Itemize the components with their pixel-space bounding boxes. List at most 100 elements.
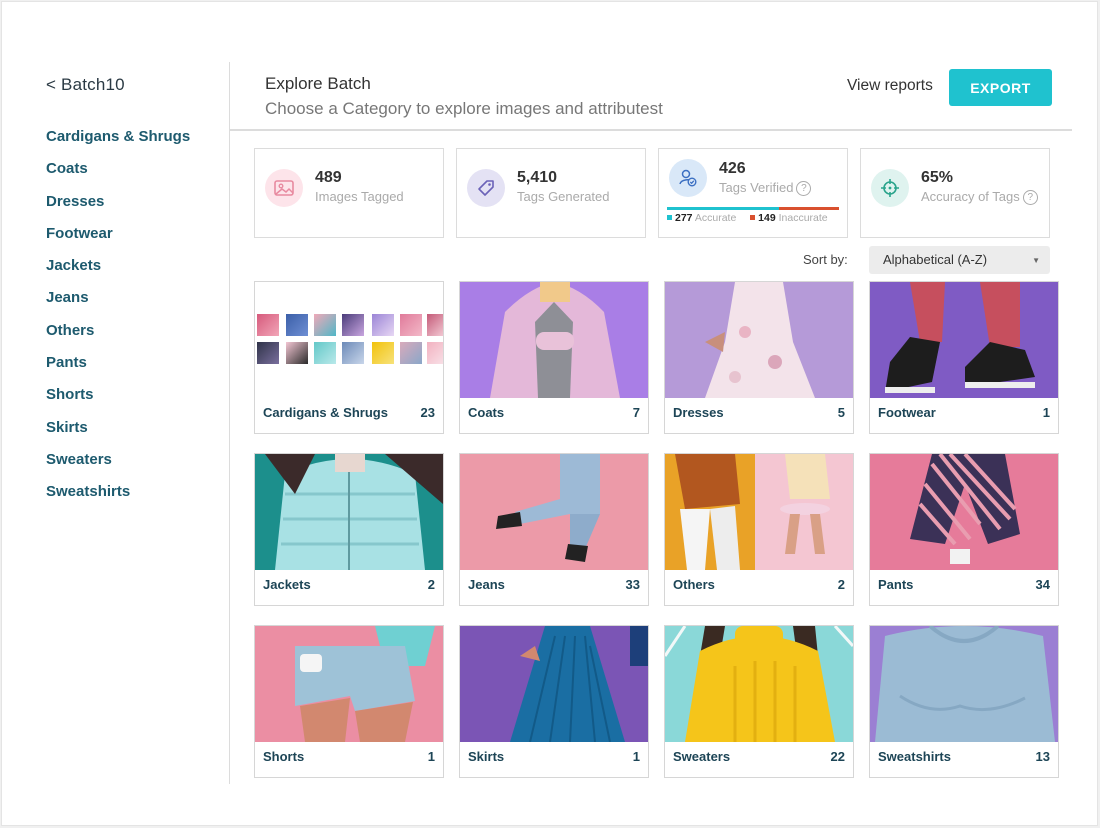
tags-verified-value: 426 xyxy=(719,160,746,177)
category-thumbnail xyxy=(460,282,648,398)
target-icon xyxy=(871,169,909,207)
accurate-bar xyxy=(667,207,779,210)
sidebar-item-dresses[interactable]: Dresses xyxy=(46,193,190,225)
inaccurate-bar xyxy=(778,207,839,210)
category-card-cardigans-shrugs[interactable]: Cardigans & Shrugs 23 xyxy=(254,281,444,434)
verification-progress-bar xyxy=(667,207,839,210)
help-icon[interactable]: ? xyxy=(1022,190,1038,205)
chevron-down-icon: ▼ xyxy=(1032,256,1040,265)
category-name: Jackets xyxy=(263,577,311,592)
category-thumbnail xyxy=(255,626,443,742)
sidebar-item-sweatshirts[interactable]: Sweatshirts xyxy=(46,483,190,515)
category-card-pants[interactable]: Pants 34 xyxy=(869,453,1059,606)
category-count: 2 xyxy=(427,577,435,592)
sidebar-item-jackets[interactable]: Jackets xyxy=(46,257,190,289)
sort-selected-value: Alphabetical (A-Z) xyxy=(883,252,988,267)
sidebar-item-sweaters[interactable]: Sweaters xyxy=(46,451,190,483)
sort-dropdown[interactable]: Alphabetical (A-Z) ▼ xyxy=(869,246,1050,274)
help-icon[interactable]: ? xyxy=(796,181,812,196)
tags-verified-label-wrap: Tags Verified? xyxy=(719,180,812,196)
page-subtitle: Choose a Category to explore images and … xyxy=(265,99,663,118)
verified-icon xyxy=(669,159,707,197)
sort-by-label: Sort by: xyxy=(803,252,848,267)
stat-accuracy: 65% Accuracy of Tags? xyxy=(860,148,1050,238)
tags-generated-label: Tags Generated xyxy=(517,189,610,204)
inaccurate-label: Inaccurate xyxy=(778,212,828,224)
tags-verified-label: Tags Verified xyxy=(719,180,794,195)
category-name: Footwear xyxy=(878,405,936,420)
category-count: 23 xyxy=(420,405,435,420)
sidebar-item-jeans[interactable]: Jeans xyxy=(46,289,190,321)
category-name: Cardigans & Shrugs xyxy=(263,405,388,420)
category-thumbnail xyxy=(870,626,1058,742)
tags-generated-value: 5,410 xyxy=(517,169,558,186)
category-name: Dresses xyxy=(673,405,724,420)
category-name: Sweatshirts xyxy=(878,749,951,764)
category-name: Coats xyxy=(468,405,505,420)
category-card-others[interactable]: Others 2 xyxy=(664,453,854,606)
sidebar-item-skirts[interactable]: Skirts xyxy=(46,419,190,451)
thumbnail-collage xyxy=(255,314,443,368)
category-count: 1 xyxy=(427,749,435,764)
page-header: Explore Batch Choose a Category to explo… xyxy=(230,62,1072,131)
category-name: Skirts xyxy=(468,749,505,764)
category-thumbnail xyxy=(665,626,853,742)
accurate-count: 277 xyxy=(675,212,693,224)
category-card-sweaters[interactable]: Sweaters 22 xyxy=(664,625,854,778)
verification-legend: 277 Accurate 149 Inaccurate xyxy=(667,212,828,224)
category-card-shorts[interactable]: Shorts 1 xyxy=(254,625,444,778)
sidebar-item-footwear[interactable]: Footwear xyxy=(46,225,190,257)
category-thumbnail xyxy=(870,282,1058,398)
category-name: Pants xyxy=(878,577,914,592)
category-nav: Cardigans & Shrugs Coats Dresses Footwea… xyxy=(46,128,190,516)
sidebar-item-shorts[interactable]: Shorts xyxy=(46,386,190,418)
category-count: 2 xyxy=(837,577,845,592)
category-card-jackets[interactable]: Jackets 2 xyxy=(254,453,444,606)
accurate-swatch xyxy=(667,215,672,220)
category-card-skirts[interactable]: Skirts 1 xyxy=(459,625,649,778)
category-card-sweatshirts[interactable]: Sweatshirts 13 xyxy=(869,625,1059,778)
sidebar-item-cardigans-shrugs[interactable]: Cardigans & Shrugs xyxy=(46,128,190,160)
category-count: 22 xyxy=(830,749,845,764)
category-thumbnail xyxy=(255,454,443,570)
sidebar-item-others[interactable]: Others xyxy=(46,322,190,354)
stat-tags-verified: 426 Tags Verified? 277 Accurate 149 Inac… xyxy=(658,148,848,238)
inaccurate-swatch xyxy=(750,215,756,220)
category-card-coats[interactable]: Coats 7 xyxy=(459,281,649,434)
category-thumbnail xyxy=(460,626,648,742)
images-tagged-label: Images Tagged xyxy=(315,189,404,204)
category-count: 7 xyxy=(632,405,640,420)
category-thumbnail xyxy=(665,282,853,398)
category-thumbnail xyxy=(255,282,443,398)
category-card-dresses[interactable]: Dresses 5 xyxy=(664,281,854,434)
view-reports-link[interactable]: View reports xyxy=(847,77,933,95)
export-button[interactable]: EXPORT xyxy=(949,69,1052,106)
sidebar: < Batch10 Cardigans & Shrugs Coats Dress… xyxy=(22,62,230,784)
category-thumbnail xyxy=(665,454,853,570)
sidebar-item-coats[interactable]: Coats xyxy=(46,160,190,192)
app-frame: < Batch10 Cardigans & Shrugs Coats Dress… xyxy=(1,1,1098,826)
category-name: Sweaters xyxy=(673,749,731,764)
category-count: 33 xyxy=(625,577,640,592)
category-name: Others xyxy=(673,577,715,592)
category-count: 13 xyxy=(1035,749,1050,764)
category-count: 5 xyxy=(837,405,845,420)
accuracy-label-wrap: Accuracy of Tags? xyxy=(921,189,1038,205)
images-tagged-value: 489 xyxy=(315,169,342,186)
category-thumbnail xyxy=(870,454,1058,570)
category-thumbnail xyxy=(460,454,648,570)
category-name: Jeans xyxy=(468,577,505,592)
accurate-label: Accurate xyxy=(694,212,737,224)
accuracy-label: Accuracy of Tags xyxy=(921,189,1020,204)
tag-icon xyxy=(467,169,505,207)
category-card-footwear[interactable]: Footwear 1 xyxy=(869,281,1059,434)
category-count: 1 xyxy=(632,749,640,764)
page-title: Explore Batch xyxy=(265,74,371,93)
back-to-batch-link[interactable]: < Batch10 xyxy=(46,75,125,95)
sidebar-item-pants[interactable]: Pants xyxy=(46,354,190,386)
accuracy-value: 65% xyxy=(921,169,954,186)
inaccurate-count: 149 xyxy=(758,212,776,224)
image-icon xyxy=(265,169,303,207)
category-card-jeans[interactable]: Jeans 33 xyxy=(459,453,649,606)
category-count: 34 xyxy=(1035,577,1050,592)
